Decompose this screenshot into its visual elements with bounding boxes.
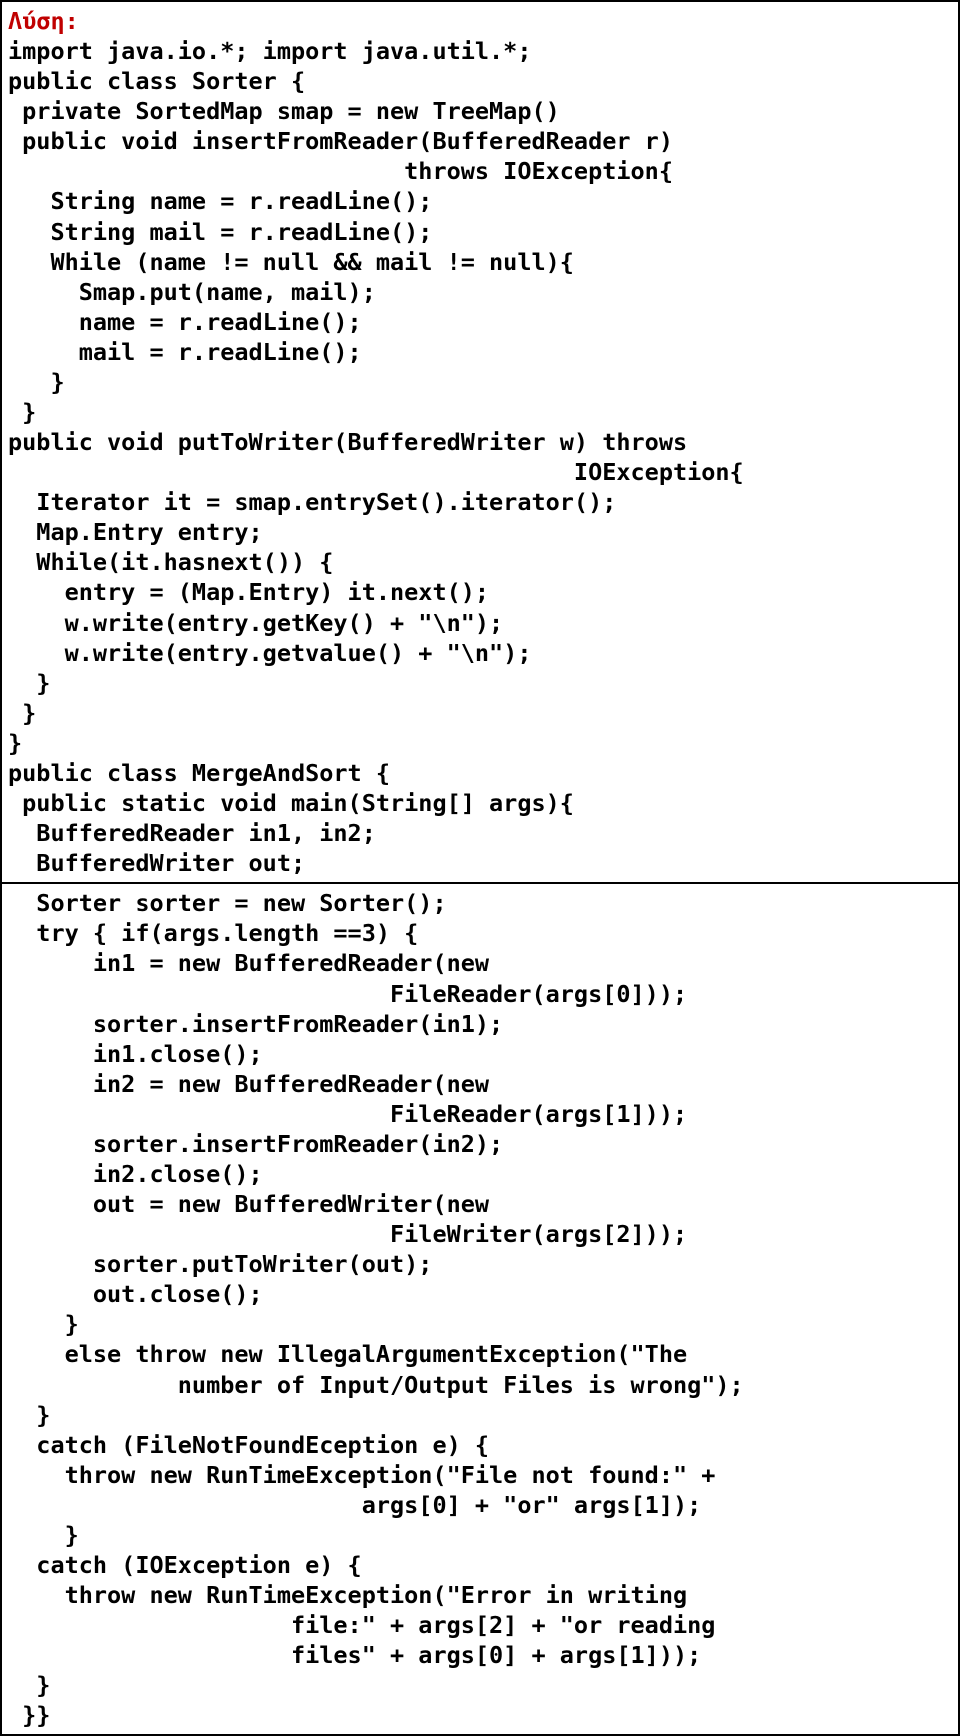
code-top: import java.io.*; import java.util.*; pu…: [8, 36, 948, 878]
code-block-top: Λύση: import java.io.*; import java.util…: [0, 0, 960, 884]
code-block-bottom: Sorter sorter = new Sorter(); try { if(a…: [0, 884, 960, 1736]
code-bottom: Sorter sorter = new Sorter(); try { if(a…: [8, 888, 948, 1730]
solution-heading: Λύση:: [8, 7, 79, 35]
